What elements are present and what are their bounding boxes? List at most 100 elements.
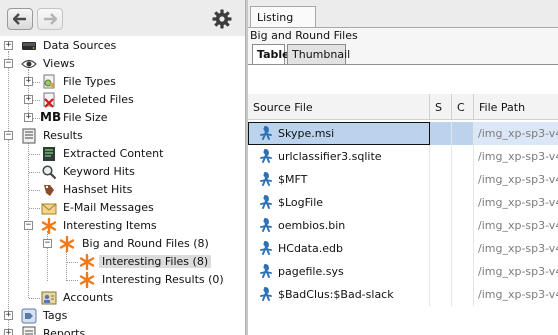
file-path-cell: /img_xp-sp3-v4. bbox=[478, 150, 558, 163]
expand-toggle[interactable]: + bbox=[4, 41, 13, 50]
gear-icon bbox=[212, 9, 232, 29]
collapse-toggle[interactable]: − bbox=[4, 131, 13, 140]
column-header-c[interactable]: C bbox=[452, 94, 474, 120]
tree-item-label: Interesting Results (0) bbox=[102, 273, 224, 286]
tree-item-label: Tags bbox=[43, 309, 68, 322]
interesting-file-icon bbox=[260, 195, 272, 209]
score-cell bbox=[430, 283, 452, 306]
collapse-toggle[interactable]: − bbox=[43, 239, 52, 248]
tab-thumbnail[interactable]: Thumbnail bbox=[287, 44, 350, 64]
source-file-cell: Skype.msi bbox=[248, 122, 430, 145]
drive-icon bbox=[22, 42, 36, 50]
file-name: Skype.msi bbox=[278, 127, 335, 140]
file-name: urlclassifier3.sqlite bbox=[278, 150, 382, 163]
comment-cell bbox=[452, 237, 474, 260]
table-row[interactable]: $LogFile /img_xp-sp3-v4. bbox=[248, 191, 558, 214]
table-row[interactable]: urlclassifier3.sqlite /img_xp-sp3-v4. bbox=[248, 145, 558, 168]
column-header-s[interactable]: S bbox=[430, 94, 452, 120]
tab-listing[interactable]: Listing bbox=[250, 6, 316, 28]
arrow-right-icon bbox=[44, 13, 57, 25]
score-cell bbox=[430, 122, 452, 145]
source-file-cell: $LogFile bbox=[248, 191, 430, 214]
listing-panel: Big and Round Files Table Thumbnail Sour… bbox=[248, 27, 558, 335]
settings-button[interactable] bbox=[211, 8, 233, 30]
tab-table[interactable]: Table bbox=[252, 44, 290, 65]
table-row[interactable]: $MFT /img_xp-sp3-v4. bbox=[248, 168, 558, 191]
table-row[interactable]: oembios.bin /img_xp-sp3-v4. bbox=[248, 214, 558, 237]
file-types-icon bbox=[43, 74, 55, 89]
table-row[interactable]: HCdata.edb /img_xp-sp3-v4. bbox=[248, 237, 558, 260]
comment-cell bbox=[452, 260, 474, 283]
hashset-icon bbox=[44, 185, 54, 196]
tree-item-label: Extracted Content bbox=[63, 147, 164, 160]
tree-item-label: Results bbox=[43, 129, 83, 142]
report-icon bbox=[22, 326, 36, 335]
magnifier-icon bbox=[42, 165, 57, 180]
tree-item-label: Interesting Items bbox=[63, 219, 157, 232]
results-icon bbox=[22, 128, 36, 144]
score-cell bbox=[430, 145, 452, 168]
asterisk-icon bbox=[79, 254, 95, 270]
mb-icon: MB bbox=[40, 110, 62, 124]
nav-toolbar bbox=[0, 0, 245, 36]
column-header-file-path[interactable]: File Path bbox=[474, 94, 558, 120]
table-header: Source File S C File Path bbox=[248, 94, 558, 120]
table-row[interactable]: $BadClus:$Bad-slack /img_xp-sp3-v4. bbox=[248, 283, 558, 306]
source-file-cell: $MFT bbox=[248, 168, 430, 191]
tree-item-label: Deleted Files bbox=[63, 93, 134, 106]
score-cell bbox=[430, 191, 452, 214]
column-header-source-file[interactable]: Source File bbox=[248, 94, 430, 120]
table-row[interactable]: pagefile.sys /img_xp-sp3-v4. bbox=[248, 260, 558, 283]
back-button[interactable] bbox=[7, 8, 33, 30]
score-cell bbox=[430, 214, 452, 237]
file-path-cell: /img_xp-sp3-v4. bbox=[478, 173, 558, 186]
tree-item-label: Views bbox=[43, 57, 75, 70]
file-path-cell: /img_xp-sp3-v4. bbox=[478, 219, 558, 232]
tag-icon bbox=[21, 308, 37, 324]
expand-toggle[interactable]: + bbox=[24, 113, 33, 122]
tree-item-label: Accounts bbox=[63, 291, 114, 304]
score-cell bbox=[430, 237, 452, 260]
envelope-icon bbox=[41, 203, 57, 215]
tree-item-label: Data Sources bbox=[43, 39, 117, 52]
file-path-cell: /img_xp-sp3-v4. bbox=[478, 265, 558, 278]
expand-toggle[interactable]: + bbox=[4, 311, 13, 320]
navigation-pane: + Data Sources − Views + File Types + De… bbox=[0, 0, 245, 335]
interesting-file-icon bbox=[260, 172, 272, 186]
comment-cell bbox=[452, 122, 474, 145]
tree-item-label: Interesting Files (8) bbox=[99, 255, 212, 268]
tree-item-label: File Size bbox=[63, 111, 108, 124]
score-cell bbox=[430, 260, 452, 283]
forward-button[interactable] bbox=[37, 8, 63, 30]
interesting-file-icon bbox=[260, 218, 272, 232]
file-path-cell: /img_xp-sp3-v4. bbox=[474, 122, 558, 145]
comment-cell bbox=[452, 214, 474, 237]
eye-icon bbox=[21, 59, 37, 69]
interesting-file-icon bbox=[260, 241, 272, 255]
collapse-toggle[interactable]: − bbox=[24, 221, 33, 230]
source-file-cell: $BadClus:$Bad-slack bbox=[248, 283, 430, 306]
interesting-file-icon bbox=[260, 264, 272, 278]
file-name: $MFT bbox=[278, 173, 308, 186]
asterisk-icon bbox=[41, 218, 57, 234]
expand-toggle[interactable]: + bbox=[24, 77, 33, 86]
comment-cell bbox=[452, 145, 474, 168]
accounts-icon bbox=[41, 291, 57, 305]
interesting-file-icon bbox=[260, 126, 272, 140]
file-name: pagefile.sys bbox=[278, 265, 344, 278]
expand-toggle[interactable]: + bbox=[4, 329, 13, 335]
comment-cell bbox=[452, 191, 474, 214]
asterisk-icon bbox=[59, 236, 75, 252]
listing-title: Big and Round Files bbox=[250, 29, 358, 42]
table-view: Source File S C File Path Skype.msi /img… bbox=[248, 64, 558, 335]
file-name: $BadClus:$Bad-slack bbox=[278, 288, 394, 301]
file-path-cell: /img_xp-sp3-v4. bbox=[478, 288, 558, 301]
file-name: HCdata.edb bbox=[278, 242, 343, 255]
score-cell bbox=[430, 168, 452, 191]
source-file-cell: urlclassifier3.sqlite bbox=[248, 145, 430, 168]
collapse-toggle[interactable]: − bbox=[4, 59, 13, 68]
expand-toggle[interactable]: + bbox=[24, 95, 33, 104]
table-row[interactable]: Skype.msi /img_xp-sp3-v4. bbox=[248, 122, 558, 145]
autopsy-window: + Data Sources − Views + File Types + De… bbox=[0, 0, 558, 335]
tree-item-label: Hashset Hits bbox=[63, 183, 133, 196]
